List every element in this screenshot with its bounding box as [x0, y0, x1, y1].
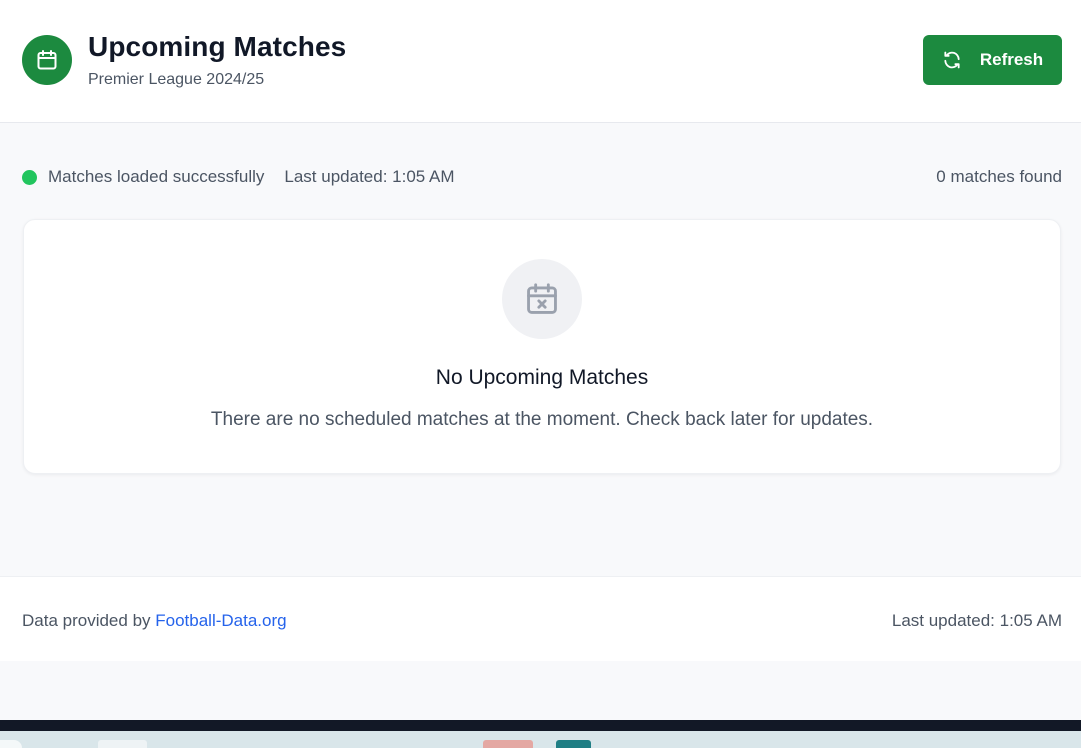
- calendar-icon: [22, 35, 72, 85]
- status-last-updated: Last updated: 1:05 AM: [284, 167, 455, 186]
- app-header: Upcoming Matches Premier League 2024/25 …: [0, 0, 1081, 123]
- taskbar-item[interactable]: [0, 740, 22, 748]
- refresh-icon: [942, 50, 962, 70]
- page: Upcoming Matches Premier League 2024/25 …: [0, 0, 1081, 748]
- data-attribution: Data provided by Football-Data.org: [22, 611, 287, 631]
- page-title: Upcoming Matches: [88, 31, 347, 62]
- app-footer: Data provided by Football-Data.org Last …: [0, 576, 1081, 661]
- empty-state-card: No Upcoming Matches There are no schedul…: [23, 219, 1061, 474]
- taskbar-item[interactable]: [98, 740, 147, 748]
- empty-state-title: No Upcoming Matches: [435, 366, 649, 389]
- taskbar: [0, 731, 1081, 748]
- status-message: Matches loaded successfully: [48, 167, 265, 186]
- taskbar-edge: [0, 720, 1081, 731]
- status-bar: Matches loaded successfully Last updated…: [22, 165, 1062, 189]
- calendar-x-icon: [502, 259, 582, 339]
- provider-link[interactable]: Football-Data.org: [155, 611, 286, 630]
- footer-last-updated: Last updated: 1:05 AM: [891, 611, 1062, 630]
- matches-count: 0 matches found: [936, 167, 1062, 186]
- status-indicator: [22, 169, 37, 185]
- refresh-button[interactable]: Refresh: [923, 35, 1062, 85]
- league-subtitle: Premier League 2024/25: [88, 71, 265, 88]
- refresh-button-label: Refresh: [979, 50, 1044, 69]
- empty-state-description: There are no scheduled matches at the mo…: [210, 409, 874, 430]
- attribution-prefix: Data provided by: [22, 611, 156, 630]
- taskbar-item[interactable]: [556, 740, 591, 748]
- taskbar-item[interactable]: [483, 740, 533, 748]
